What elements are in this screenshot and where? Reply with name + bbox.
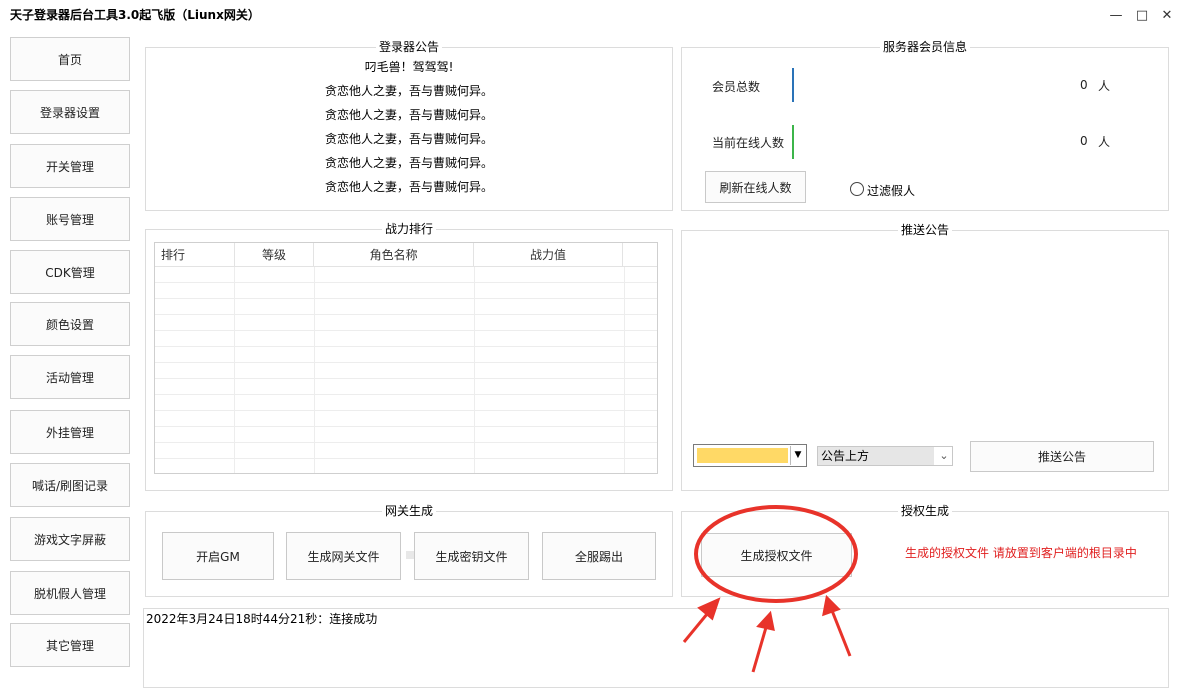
annotation-ellipse <box>694 505 858 603</box>
annotation-arrow-right <box>829 607 852 657</box>
annotation-arrows <box>682 594 852 673</box>
annotation-overlay <box>682 505 858 673</box>
annotation-arrow-middle <box>751 623 769 673</box>
annotation-arrowhead-left <box>697 597 721 621</box>
annotation-arrowhead-middle <box>756 610 775 631</box>
annotation-arrowhead-right <box>822 594 841 617</box>
